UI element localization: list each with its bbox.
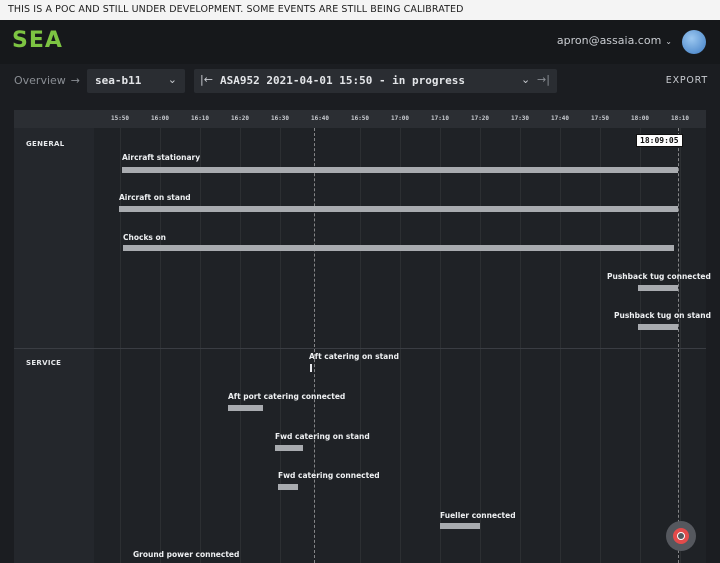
event-bar[interactable]: [638, 324, 678, 330]
grid-line: [360, 128, 361, 563]
event-label: Aft catering on stand: [309, 352, 399, 361]
grid-line: [560, 128, 561, 563]
user-email[interactable]: apron@assaia.com: [557, 34, 661, 47]
grid-line: [200, 128, 201, 563]
time-tick: 17:10: [430, 115, 450, 122]
event-label: Pushback tug connected: [607, 272, 711, 281]
time-tick: 16:50: [350, 115, 370, 122]
grid-line: [400, 128, 401, 563]
grid-line: [280, 128, 281, 563]
event-label: Aircraft on stand: [119, 193, 191, 202]
time-tick: 17:50: [590, 115, 610, 122]
user-menu[interactable]: apron@assaia.com ⌄: [557, 34, 672, 47]
lifebuoy-icon: [673, 528, 689, 544]
chevron-down-icon[interactable]: ⌄: [665, 37, 672, 46]
section-label-column: [14, 128, 94, 563]
event-bar[interactable]: [122, 167, 678, 173]
top-header: SEA apron@assaia.com ⌄: [0, 20, 720, 64]
dev-warning-banner: THIS IS A POC AND STILL UNDER DEVELOPMEN…: [0, 0, 720, 20]
first-turnaround-icon[interactable]: |←: [200, 73, 213, 86]
time-tick: 16:30: [270, 115, 290, 122]
turnaround-select-value: ASA952 2021-04-01 15:50 - in progress: [220, 74, 466, 87]
event-label: Fwd catering on stand: [275, 432, 370, 441]
toolbar: Overview → sea-b11 ⌄ |← ASA952 2021-04-01…: [0, 64, 720, 100]
time-tick: 16:10: [190, 115, 210, 122]
grid-line: [240, 128, 241, 563]
chevron-down-icon[interactable]: ⌄: [521, 73, 530, 86]
event-marker[interactable]: [310, 364, 312, 372]
chevron-down-icon: ⌄: [167, 73, 177, 86]
stand-select-value: sea-b11: [95, 74, 142, 87]
time-tick: 17:30: [510, 115, 530, 122]
event-bar[interactable]: [119, 206, 678, 212]
event-label: Ground power connected: [133, 550, 240, 559]
event-label: Chocks on: [123, 233, 166, 242]
avatar[interactable]: [682, 30, 706, 54]
event-label: Pushback tug on stand: [614, 311, 711, 320]
arrow-right-icon: →: [70, 74, 81, 87]
current-time-badge: 18:09:05: [636, 134, 683, 147]
section-title-general: GENERAL: [26, 140, 65, 148]
time-tick: 17:00: [390, 115, 410, 122]
event-bar[interactable]: [275, 445, 303, 451]
event-bar[interactable]: [228, 405, 263, 411]
time-tick: 17:40: [550, 115, 570, 122]
help-button[interactable]: [666, 521, 696, 551]
time-tick: 18:00: [630, 115, 650, 122]
event-label: Aircraft stationary: [122, 153, 201, 162]
grid-line: [600, 128, 601, 563]
event-bar[interactable]: [440, 523, 480, 529]
grid-line: [520, 128, 521, 563]
stand-select[interactable]: sea-b11 ⌄: [87, 69, 185, 93]
last-turnaround-icon[interactable]: →|: [537, 73, 550, 86]
breadcrumb[interactable]: Overview →: [14, 74, 80, 87]
time-tick: 16:20: [230, 115, 250, 122]
section-divider: [14, 348, 706, 349]
timeline-panel: 15:50 16:00 16:10 16:20 16:30 16:40 16:5…: [14, 110, 711, 563]
time-tick: 15:50: [110, 115, 130, 122]
breadcrumb-overview[interactable]: Overview: [14, 74, 66, 87]
time-tick: 16:40: [310, 115, 330, 122]
time-tick: 16:00: [150, 115, 170, 122]
app-root: THIS IS A POC AND STILL UNDER DEVELOPMEN…: [0, 0, 720, 563]
grid-line: [440, 128, 441, 563]
export-button[interactable]: EXPORT: [666, 75, 708, 86]
section-title-service: SERVICE: [26, 359, 62, 367]
sea-logo[interactable]: SEA: [12, 28, 63, 53]
grid-line: [480, 128, 481, 563]
event-bar[interactable]: [123, 245, 674, 251]
event-label: Aft port catering connected: [228, 392, 346, 401]
event-bar[interactable]: [638, 285, 678, 291]
time-tick: 17:20: [470, 115, 490, 122]
event-label: Fueller connected: [440, 511, 516, 520]
grid-line: [680, 128, 681, 563]
event-bar[interactable]: [278, 484, 298, 490]
reference-line: [314, 128, 315, 563]
event-label: Fwd catering connected: [278, 471, 380, 480]
time-tick: 18:10: [670, 115, 690, 122]
turnaround-select[interactable]: |← ASA952 2021-04-01 15:50 - in progress…: [194, 69, 557, 93]
current-time-line: [678, 128, 679, 563]
grid-line: [640, 128, 641, 563]
